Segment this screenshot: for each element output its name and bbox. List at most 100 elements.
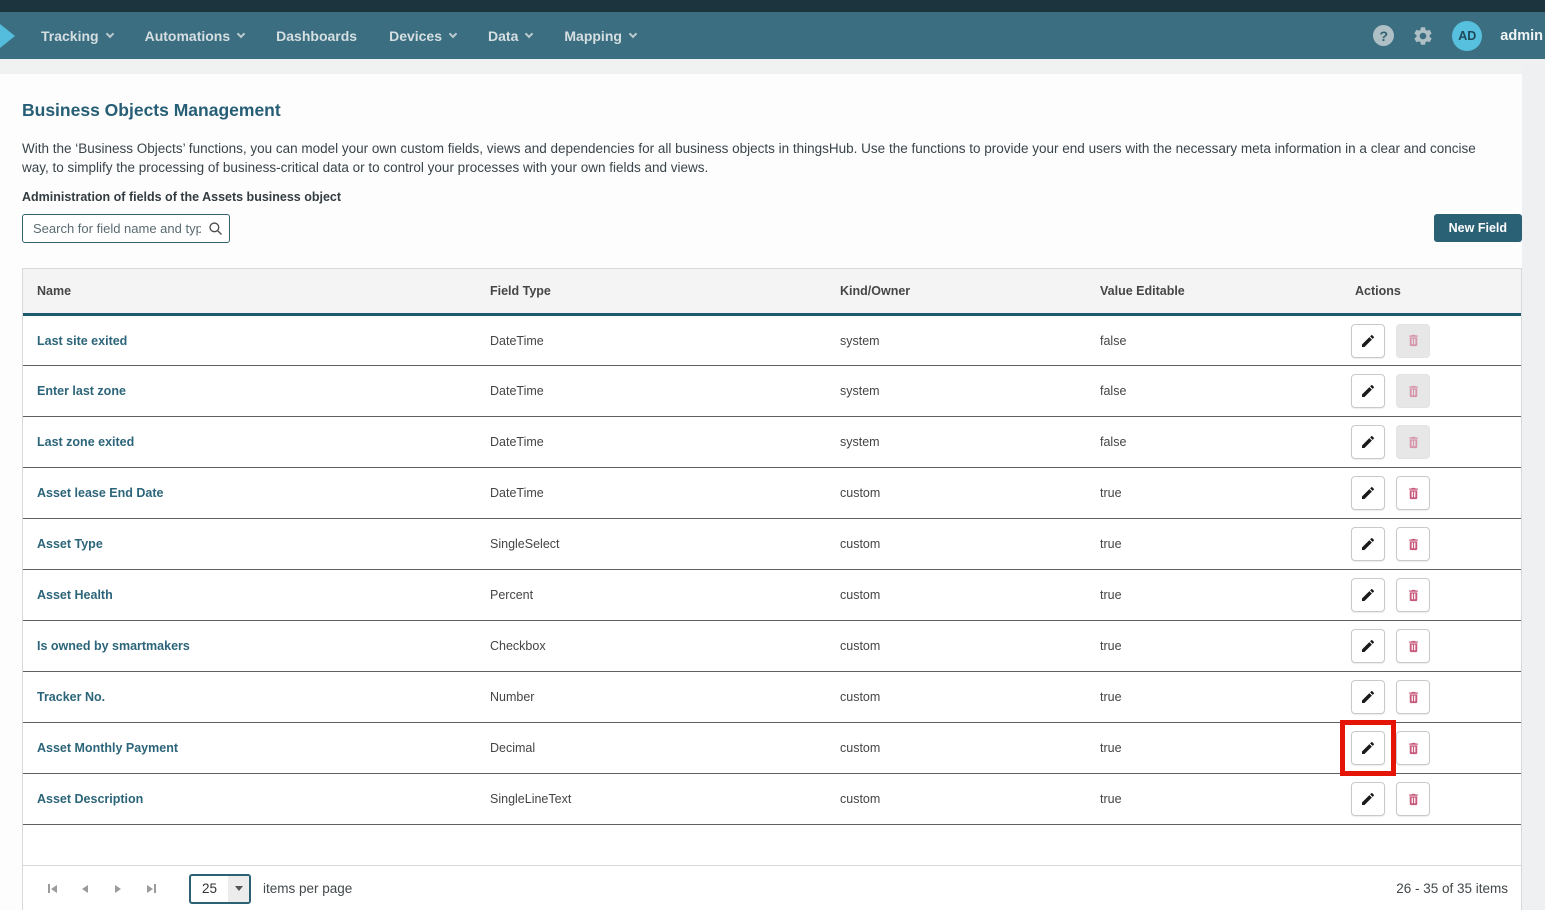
- nav-item-label: Tracking: [41, 28, 99, 44]
- edit-button[interactable]: [1351, 629, 1385, 663]
- delete-button: [1396, 374, 1430, 408]
- field-name-link[interactable]: Tracker No.: [37, 690, 105, 704]
- empty-row: [23, 825, 1521, 865]
- fields-grid: Name Field Type Kind/Owner Value Editabl…: [22, 268, 1522, 910]
- nav-item-devices[interactable]: Devices: [373, 12, 472, 59]
- help-icon[interactable]: ?: [1373, 25, 1394, 46]
- nav-item-label: Data: [488, 28, 518, 44]
- pager-prev-button[interactable]: [72, 876, 98, 902]
- edit-button[interactable]: [1351, 680, 1385, 714]
- nav-item-label: Dashboards: [276, 28, 357, 44]
- col-header-value-editable[interactable]: Value Editable: [1086, 269, 1341, 315]
- field-type-cell: Checkbox: [476, 621, 826, 672]
- avatar[interactable]: AD: [1452, 21, 1482, 51]
- field-name-link[interactable]: Asset Description: [37, 792, 143, 806]
- nav-item-dashboards[interactable]: Dashboards: [260, 12, 373, 59]
- pencil-icon: [1360, 536, 1376, 552]
- pencil-icon: [1360, 434, 1376, 450]
- table-row: Last site exited DateTime system false: [23, 315, 1521, 366]
- new-field-button[interactable]: New Field: [1434, 214, 1522, 242]
- delete-button[interactable]: [1396, 578, 1430, 612]
- search-icon: [208, 221, 223, 241]
- value-editable-cell: true: [1086, 672, 1341, 723]
- pager: 25 items per page 26 - 35 of 35 items: [23, 865, 1521, 910]
- col-header-field-type[interactable]: Field Type: [476, 269, 826, 315]
- field-name-link[interactable]: Enter last zone: [37, 384, 126, 398]
- nav-item-label: Automations: [145, 28, 231, 44]
- field-name-link[interactable]: Asset lease End Date: [37, 486, 163, 500]
- edit-button[interactable]: [1351, 782, 1385, 816]
- field-name-link[interactable]: Last zone exited: [37, 435, 134, 449]
- field-name-link[interactable]: Asset Health: [37, 588, 113, 602]
- edit-button[interactable]: [1351, 578, 1385, 612]
- nav-item-automations[interactable]: Automations: [129, 12, 261, 59]
- edit-button[interactable]: [1351, 374, 1385, 408]
- pencil-icon: [1360, 740, 1376, 756]
- field-name-link[interactable]: Asset Type: [37, 537, 103, 551]
- field-type-cell: DateTime: [476, 315, 826, 366]
- edit-button-wrap: [1351, 476, 1385, 510]
- subnav-strip: [0, 59, 1522, 74]
- table-header-row: Name Field Type Kind/Owner Value Editabl…: [23, 269, 1521, 315]
- gear-icon[interactable]: [1412, 25, 1434, 47]
- col-header-name[interactable]: Name: [23, 269, 476, 315]
- pencil-icon: [1360, 485, 1376, 501]
- kind-owner-cell: custom: [826, 519, 1086, 570]
- col-header-kind-owner[interactable]: Kind/Owner: [826, 269, 1086, 315]
- nav-item-data[interactable]: Data: [472, 12, 548, 59]
- kind-owner-cell: custom: [826, 774, 1086, 825]
- pencil-icon: [1360, 383, 1376, 399]
- top-navbar: Tracking Automations Dashboards Devices Data…: [0, 12, 1545, 59]
- username[interactable]: admin: [1500, 28, 1543, 44]
- value-editable-cell: true: [1086, 621, 1341, 672]
- value-editable-cell: true: [1086, 774, 1341, 825]
- value-editable-cell: false: [1086, 417, 1341, 468]
- field-type-cell: DateTime: [476, 417, 826, 468]
- grid-toolbar: New Field: [22, 214, 1522, 243]
- kind-owner-cell: custom: [826, 672, 1086, 723]
- edit-button[interactable]: [1351, 425, 1385, 459]
- delete-button[interactable]: [1396, 476, 1430, 510]
- page-size-select[interactable]: 25: [189, 874, 251, 904]
- field-name-link[interactable]: Asset Monthly Payment: [37, 741, 178, 755]
- field-type-cell: DateTime: [476, 468, 826, 519]
- field-type-cell: SingleSelect: [476, 519, 826, 570]
- trash-icon: [1406, 435, 1421, 450]
- pager-first-button[interactable]: [39, 876, 65, 902]
- nav-item-mapping[interactable]: Mapping: [548, 12, 652, 59]
- edit-button-wrap: [1351, 782, 1385, 816]
- edit-button[interactable]: [1351, 324, 1385, 358]
- kind-owner-cell: system: [826, 417, 1086, 468]
- edit-button-wrap: [1351, 731, 1385, 765]
- nav-item-label: Mapping: [564, 28, 622, 44]
- nav-item-tracking[interactable]: Tracking: [25, 12, 129, 59]
- kind-owner-cell: custom: [826, 468, 1086, 519]
- delete-button[interactable]: [1396, 731, 1430, 765]
- field-type-cell: SingleLineText: [476, 774, 826, 825]
- delete-button: [1396, 324, 1430, 358]
- delete-button[interactable]: [1396, 782, 1430, 816]
- trash-icon: [1406, 384, 1421, 399]
- field-type-cell: Decimal: [476, 723, 826, 774]
- value-editable-cell: true: [1086, 519, 1341, 570]
- kind-owner-cell: custom: [826, 570, 1086, 621]
- field-name-link[interactable]: Last site exited: [37, 334, 127, 348]
- section-subheading: Administration of fields of the Assets b…: [22, 190, 1522, 204]
- edit-button[interactable]: [1351, 731, 1385, 765]
- table-row: Asset Type SingleSelect custom true: [23, 519, 1521, 570]
- delete-button[interactable]: [1396, 680, 1430, 714]
- pencil-icon: [1360, 333, 1376, 349]
- edit-button[interactable]: [1351, 527, 1385, 561]
- field-name-link[interactable]: Is owned by smartmakers: [37, 639, 190, 653]
- dropdown-arrow-icon[interactable]: [228, 876, 249, 902]
- edit-button-wrap: [1351, 425, 1385, 459]
- search-input[interactable]: [22, 214, 230, 243]
- table-row: Last zone exited DateTime system false: [23, 417, 1521, 468]
- kind-owner-cell: system: [826, 315, 1086, 366]
- delete-button[interactable]: [1396, 527, 1430, 561]
- edit-button[interactable]: [1351, 476, 1385, 510]
- pencil-icon: [1360, 689, 1376, 705]
- delete-button[interactable]: [1396, 629, 1430, 663]
- field-type-cell: DateTime: [476, 366, 826, 417]
- chevron-down-icon: [629, 29, 637, 37]
